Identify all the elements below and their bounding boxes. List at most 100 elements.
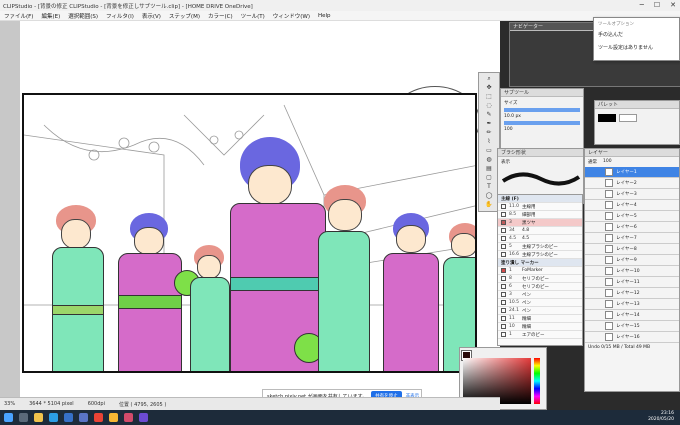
- list-item[interactable]: 3 黒ツヤ: [498, 219, 582, 227]
- menu-edit[interactable]: 編集(E): [41, 12, 60, 20]
- mail-icon[interactable]: [64, 413, 73, 422]
- popup-item-1[interactable]: 手の込んだ: [594, 28, 679, 41]
- layer-row[interactable]: レイヤー14: [585, 310, 679, 321]
- opacity-slider[interactable]: [504, 121, 580, 125]
- list-item[interactable]: 6 セリフのピー: [498, 283, 582, 291]
- minimize-icon[interactable]: ─: [640, 1, 644, 9]
- layer-row[interactable]: レイヤー13: [585, 299, 679, 310]
- layer-thumbnail: [605, 333, 613, 341]
- menu-file[interactable]: ファイル(F): [4, 12, 33, 20]
- move-icon[interactable]: ✥: [482, 84, 496, 92]
- list-item[interactable]: 24.1 ペン: [498, 307, 582, 315]
- list-item[interactable]: 3 ペン: [498, 291, 582, 299]
- cursor-position: 位置 ( 4795, 2605 ): [118, 401, 167, 408]
- brush-swatch: [501, 300, 506, 305]
- canvas-size: 3644 * 5104 pixel: [29, 401, 74, 407]
- layer-row[interactable]: レイヤー7: [585, 233, 679, 244]
- list-item[interactable]: 11 精細: [498, 315, 582, 323]
- menu-select[interactable]: 選択範囲(S): [68, 12, 98, 20]
- layer-opacity[interactable]: 100: [603, 159, 612, 165]
- shape-icon[interactable]: ▢: [482, 174, 496, 182]
- menu-help[interactable]: Help: [318, 13, 331, 19]
- layer-row[interactable]: レイヤー6: [585, 222, 679, 233]
- file-explorer-icon[interactable]: [34, 413, 43, 422]
- layer-row[interactable]: レイヤー4: [585, 200, 679, 211]
- pen-icon[interactable]: ✒: [482, 120, 496, 128]
- blend-mode[interactable]: 通常: [588, 159, 597, 165]
- layer-row[interactable]: レイヤー12: [585, 288, 679, 299]
- list-item[interactable]: 10 精細: [498, 323, 582, 331]
- lasso-icon[interactable]: ◌: [482, 102, 496, 110]
- layer-row[interactable]: レイヤー11: [585, 277, 679, 288]
- list-item[interactable]: 34 4.8: [498, 227, 582, 235]
- text-icon[interactable]: T: [482, 183, 496, 191]
- size-slider[interactable]: [504, 108, 580, 112]
- brush-swatch: [501, 244, 506, 249]
- size-label: サイズ: [504, 101, 518, 106]
- popup-item-2[interactable]: ツール設定はありません: [594, 41, 679, 54]
- layer-row[interactable]: レイヤー2: [585, 178, 679, 189]
- menu-filter[interactable]: フィルタ(I): [106, 12, 134, 20]
- layer-thumbnail: [605, 212, 613, 220]
- store-icon[interactable]: [79, 413, 88, 422]
- layer-row[interactable]: レイヤー1: [585, 167, 679, 178]
- windows-start-icon[interactable]: [4, 413, 13, 422]
- menu-window[interactable]: ウィンドウ(W): [273, 12, 310, 20]
- comic-panel[interactable]: [22, 93, 477, 373]
- gradient-icon[interactable]: ▤: [482, 165, 496, 173]
- taskbar: 23:16 2020/05/20: [0, 410, 680, 425]
- brush-icon[interactable]: ⌇: [482, 138, 496, 146]
- layer-row[interactable]: レイヤー16: [585, 332, 679, 343]
- list-item[interactable]: 1 エアのピー: [498, 331, 582, 339]
- app-icon[interactable]: [139, 413, 148, 422]
- list-item[interactable]: 11.0 主線用: [498, 203, 582, 211]
- brush-swatch: [501, 276, 506, 281]
- title-bar: CLIPStudio - [背景の修正 CLIPStudio - [背景を修正し…: [0, 0, 680, 11]
- menu-tool[interactable]: ツール(T): [241, 12, 265, 20]
- layer-row[interactable]: レイヤー3: [585, 189, 679, 200]
- list-item[interactable]: 10.5 ペン: [498, 299, 582, 307]
- layer-row[interactable]: レイヤー5: [585, 211, 679, 222]
- menu-view[interactable]: 表示(V): [142, 12, 161, 20]
- list-item[interactable]: 5 主線ブラシのピー: [498, 243, 582, 251]
- menu-step[interactable]: ステップ(M): [169, 12, 200, 20]
- hand-icon[interactable]: ✋: [482, 201, 496, 209]
- zoom-icon[interactable]: ⌕: [482, 75, 496, 83]
- maximize-icon[interactable]: ☐: [654, 1, 660, 9]
- layer-thumbnail: [605, 245, 613, 253]
- hue-slider[interactable]: [534, 358, 540, 404]
- fill-icon[interactable]: ◍: [482, 156, 496, 164]
- chrome-icon[interactable]: [94, 413, 103, 422]
- clip-studio-icon[interactable]: [109, 413, 118, 422]
- list-item[interactable]: 8 セリフのピー: [498, 275, 582, 283]
- balloon-icon[interactable]: ◯: [482, 192, 496, 200]
- layer-row[interactable]: レイヤー8: [585, 244, 679, 255]
- status-bar: 33% 3644 * 5104 pixel 600dpi 位置 ( 4795, …: [0, 397, 500, 410]
- layer-row[interactable]: レイヤー15: [585, 321, 679, 332]
- brush-group-2[interactable]: 塗り潰し マーカー: [498, 259, 582, 267]
- list-item[interactable]: 4.5 4.5: [498, 235, 582, 243]
- app-icon[interactable]: [124, 413, 133, 422]
- layer-thumbnail: [605, 311, 613, 319]
- pencil-icon[interactable]: ✏: [482, 129, 496, 137]
- layer-row[interactable]: レイヤー9: [585, 255, 679, 266]
- brush-group-1[interactable]: 主線 (F): [498, 195, 582, 203]
- palette-swatch[interactable]: [598, 114, 616, 122]
- edge-icon[interactable]: [49, 413, 58, 422]
- eraser-icon[interactable]: ▭: [482, 147, 496, 155]
- close-icon[interactable]: ✕: [670, 1, 676, 9]
- menu-color[interactable]: カラー(C): [208, 12, 233, 20]
- layer-thumbnail: [605, 322, 613, 330]
- list-item[interactable]: 1 FoMarker: [498, 267, 582, 275]
- search-icon[interactable]: [19, 413, 28, 422]
- list-item[interactable]: 16.6 主線ブラシのピー: [498, 251, 582, 259]
- size-value: 10.0 px: [504, 114, 521, 119]
- list-item[interactable]: 8.5 細部用: [498, 211, 582, 219]
- palette-swatch[interactable]: [619, 114, 637, 122]
- layer-thumbnail: [605, 168, 613, 176]
- layer-row[interactable]: レイヤー10: [585, 266, 679, 277]
- menu-bar: ファイル(F) 編集(E) 選択範囲(S) フィルタ(I) 表示(V) ステップ…: [0, 11, 680, 21]
- select-icon[interactable]: ⬚: [482, 93, 496, 101]
- canvas-area[interactable]: [0, 21, 500, 397]
- eyedropper-icon[interactable]: ✎: [482, 111, 496, 119]
